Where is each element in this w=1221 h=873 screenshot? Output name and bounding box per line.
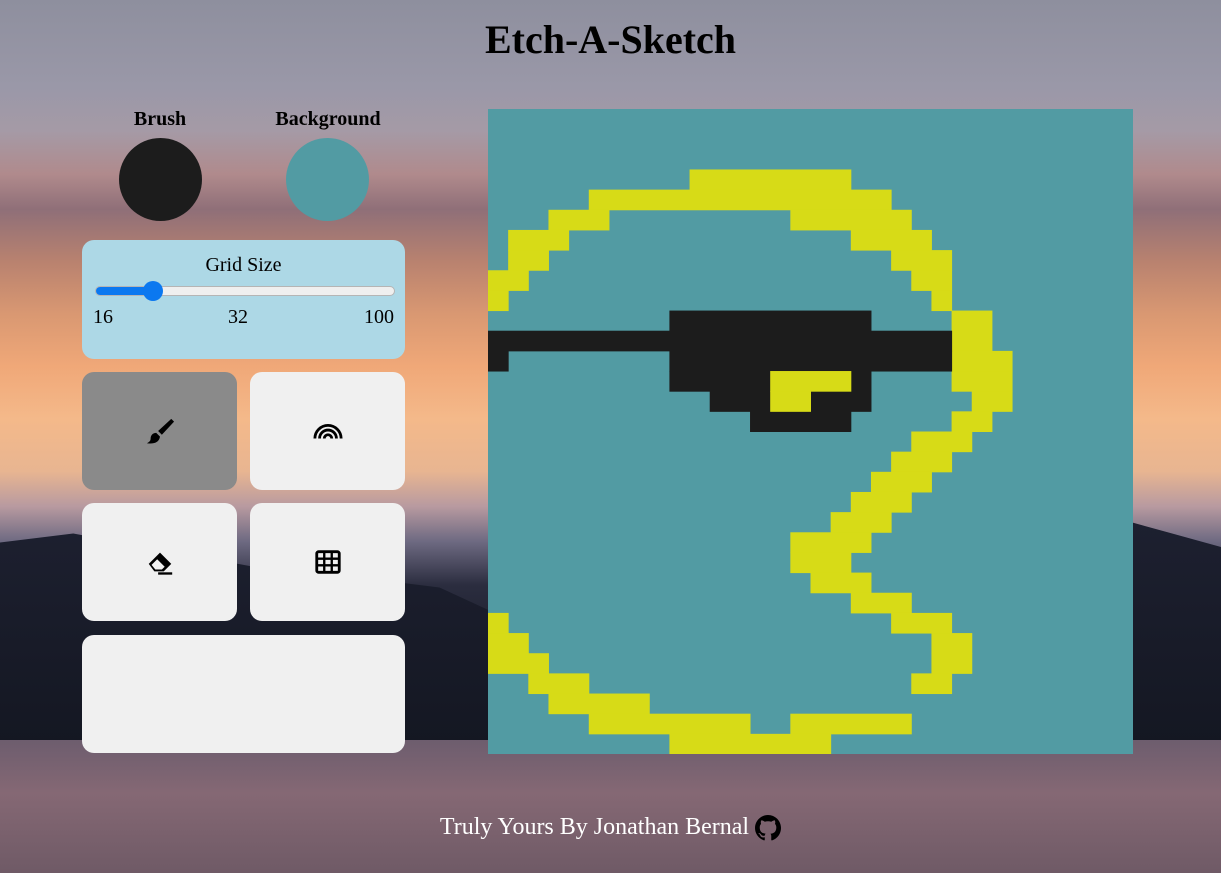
painted-cell: [548, 209, 610, 231]
brush-tool-button[interactable]: [82, 372, 237, 490]
painted-cell: [790, 532, 872, 553]
painted-cell: [850, 592, 912, 614]
eraser-tool-button[interactable]: [82, 503, 237, 621]
painted-cell: [951, 411, 993, 432]
grid-size-label: Grid Size: [205, 254, 282, 276]
footer: Truly Yours By Jonathan Bernal: [0, 814, 1221, 841]
grid-size-panel: Grid Size 16 32 100: [82, 240, 405, 359]
painted-cell: [911, 673, 953, 695]
painted-cell: [588, 189, 892, 211]
grid-size-slider-thumb[interactable]: [142, 281, 163, 301]
painted-cell: [750, 411, 852, 432]
painted-cell: [488, 612, 509, 634]
painted-cell: [891, 250, 953, 271]
painted-cell: [891, 451, 953, 473]
painted-cell: [770, 371, 852, 392]
painted-cell: [951, 350, 1013, 372]
clear-button[interactable]: [82, 635, 405, 753]
painted-cell: [931, 653, 973, 674]
painted-cell: [669, 733, 832, 754]
rainbow-tool-button[interactable]: [250, 372, 405, 490]
painted-cell: [488, 270, 529, 291]
eraser-icon: [148, 552, 172, 575]
painted-cell: [770, 391, 811, 412]
painted-cell: [488, 330, 953, 352]
painted-cell: [850, 229, 932, 251]
painted-cell: [488, 633, 529, 654]
paintbrush-icon: [146, 418, 174, 444]
painted-cell: [951, 371, 1013, 392]
grid-size-min-label: 16: [93, 306, 113, 328]
painted-cell: [790, 209, 912, 231]
brush-color-label: Brush: [133, 108, 187, 130]
page-title: Etch-A-Sketch: [484, 17, 737, 62]
painted-cell: [891, 612, 953, 634]
painted-cell: [488, 350, 509, 372]
rainbow-icon: [312, 423, 343, 439]
painted-cell: [588, 713, 751, 735]
painted-cell: [971, 391, 1013, 412]
painted-cell: [689, 169, 852, 191]
painted-cell: [870, 471, 932, 493]
background-water: [0, 740, 1221, 873]
painted-cell: [810, 572, 872, 594]
background-color-label: Background: [275, 108, 381, 130]
painted-cell: [528, 673, 590, 695]
painted-cell: [488, 290, 509, 312]
footer-text: Truly Yours By Jonathan Bernal: [439, 814, 750, 840]
painted-cell: [548, 693, 650, 715]
painted-cell: [951, 330, 993, 352]
painted-cell: [951, 310, 993, 332]
painted-cell: [790, 552, 852, 574]
grid-icon: [314, 550, 341, 574]
painted-cell: [488, 653, 549, 674]
grid-size-value-label: 32: [228, 306, 248, 328]
painted-cell: [931, 290, 953, 312]
painted-cell: [830, 512, 892, 533]
painted-cell: [508, 250, 549, 271]
painted-cell: [911, 270, 953, 291]
github-icon[interactable]: [755, 814, 782, 841]
sketch-grid[interactable]: [488, 109, 1133, 754]
painted-cell: [911, 431, 973, 453]
grid-tool-button[interactable]: [250, 503, 405, 621]
brush-color-picker[interactable]: [119, 138, 202, 221]
grid-size-slider[interactable]: [95, 281, 395, 301]
painted-cell: [508, 229, 570, 251]
background-color-picker[interactable]: [286, 138, 369, 221]
grid-size-max-label: 100: [364, 306, 394, 328]
painted-cell: [850, 491, 912, 513]
painted-cell: [931, 633, 973, 654]
sketch-canvas[interactable]: [488, 109, 1133, 754]
painted-cell: [669, 350, 953, 372]
painted-cell: [669, 310, 872, 332]
painted-cell: [790, 713, 912, 735]
